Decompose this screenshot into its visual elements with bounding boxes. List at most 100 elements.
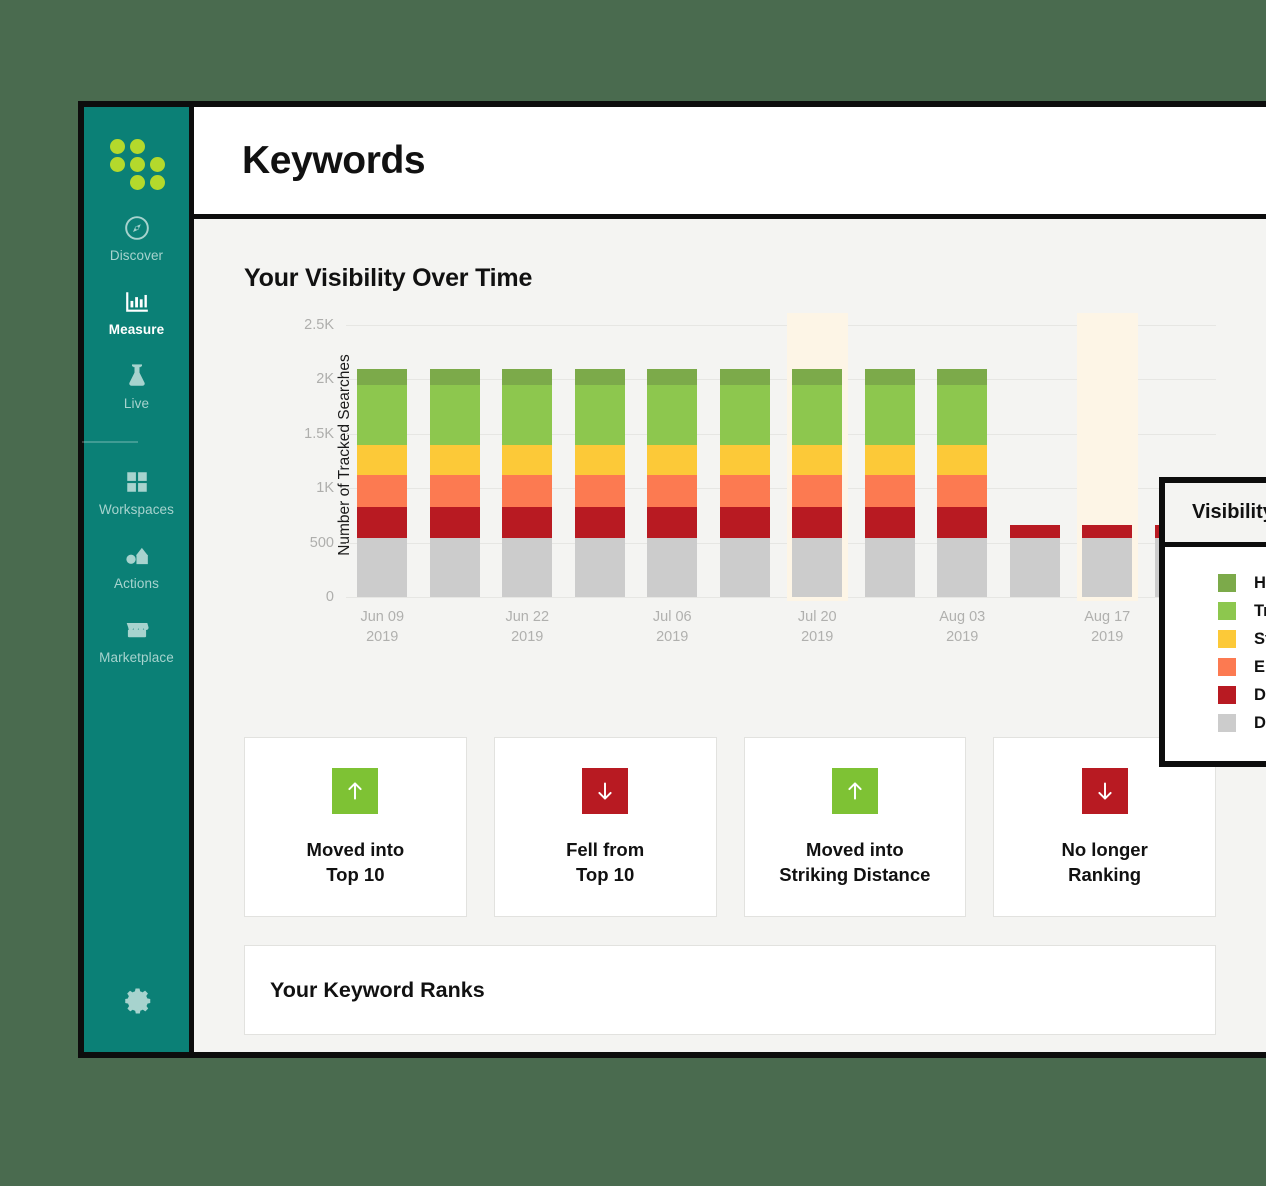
bar-segment [937, 368, 988, 386]
compass-icon [124, 215, 150, 241]
legend-entry-label: Developmental (41-100) [1254, 685, 1266, 704]
bar-segment [429, 506, 480, 538]
legend-entry[interactable]: Emerging (21-40) [1218, 653, 1266, 681]
x-axis-tick: Jun 22 2019 [491, 607, 564, 647]
legend-color-swatch [1218, 630, 1236, 648]
chart-column[interactable] [999, 325, 1072, 597]
y-axis-tick-label: 1K [316, 480, 334, 497]
chart-bars [346, 313, 1216, 601]
x-axis-date: Jul 06 [652, 609, 692, 625]
bar-segment [792, 506, 843, 538]
chart-column[interactable] [346, 325, 419, 597]
bar-segment [429, 444, 480, 476]
bar-segment [937, 537, 988, 597]
bar-segment [502, 506, 553, 538]
chart-x-axis-labels: Jun 09 2019 Jun 22 2019 Jul 06 2019 Jul 20 2019… [346, 607, 1216, 647]
x-axis-tick: Jul 20 2019 [781, 607, 854, 647]
x-axis-tick: Jul 06 2019 [636, 607, 709, 647]
bar-segment [719, 537, 770, 597]
chart-column[interactable] [854, 325, 927, 597]
bar-segment [937, 385, 988, 445]
keyword-ranks-panel[interactable]: Your Keyword Ranks [244, 945, 1216, 1035]
bar-segment [574, 444, 625, 476]
bar-segment [502, 537, 553, 597]
bar-segment [357, 385, 408, 445]
x-axis-year: 2019 [656, 629, 689, 645]
y-axis-tick-label: 2.5K [304, 317, 334, 333]
bar-segment [502, 385, 553, 445]
stat-card[interactable]: Moved into Striking Distance [743, 737, 967, 917]
chart-column[interactable] [781, 313, 854, 601]
bar-segment [647, 506, 698, 538]
bar-segment [719, 368, 770, 386]
legend-color-swatch [1218, 714, 1236, 732]
sidebar-item-measure[interactable]: Measure [82, 289, 192, 337]
bar-segment [792, 385, 843, 445]
bar-segment [357, 537, 408, 597]
visibility-chart: Number of Tracked Searches 0 500 1K 1.5K 2K 2… [244, 313, 1216, 645]
stat-card[interactable]: Moved into Top 10 [244, 737, 467, 917]
stat-card[interactable]: Fell from Top 10 [493, 737, 717, 917]
legend-entry[interactable]: Hyper Traffic (1-3) [1218, 569, 1266, 597]
chart-column[interactable] [1071, 313, 1144, 601]
legend-entry[interactable]: Did Not Rank [1218, 709, 1266, 737]
sidebar-item-live[interactable]: Live [82, 363, 192, 411]
sidebar-item-discover[interactable]: Discover [82, 215, 192, 263]
chart-column[interactable] [419, 325, 492, 597]
stat-card-label: Fell from Top 10 [566, 838, 645, 885]
stacked-bar [357, 368, 408, 597]
x-axis-date: Aug 17 [1084, 609, 1131, 625]
flask-icon [124, 363, 150, 389]
stat-card-label: Moved into Striking Distance [779, 838, 931, 885]
arrow-up-icon [332, 767, 379, 814]
bar-segment [719, 444, 770, 476]
chart-column[interactable] [564, 325, 637, 597]
x-axis-tick [564, 607, 637, 647]
x-axis-date: Aug 03 [939, 609, 986, 625]
bar-segment [429, 475, 480, 507]
chart-column[interactable] [636, 325, 709, 597]
chart-column[interactable] [926, 325, 999, 597]
sidebar-item-marketplace[interactable]: Marketplace [82, 617, 192, 665]
legend-entry[interactable]: Striking Distance (11-20) [1218, 625, 1266, 653]
bar-segment [1082, 537, 1133, 597]
legend-color-swatch [1218, 686, 1236, 704]
bar-segment [574, 475, 625, 507]
x-axis-tick: Aug 17 2019 [1071, 607, 1144, 647]
sidebar-item-workspaces[interactable]: Workspaces [82, 469, 192, 517]
bar-segment [864, 368, 915, 386]
bar-segment [719, 475, 770, 507]
bar-segment [1009, 524, 1060, 538]
stat-card-label: Moved into Top 10 [306, 838, 405, 885]
sidebar-item-settings[interactable] [84, 986, 194, 1016]
x-axis-date: Jun 22 [505, 609, 550, 625]
legend-title: Visibility Zones [1192, 501, 1266, 523]
visibility-zones-legend: Visibility Zones Hyper Traffic (1-3) Traf… [1159, 477, 1266, 767]
x-axis-year: 2019 [511, 629, 544, 645]
content-area: Your Visibility Over Time Number of Trac… [194, 219, 1266, 1052]
legend-entry[interactable]: Developmental (41-100) [1218, 681, 1266, 709]
bar-segment [864, 444, 915, 476]
bar-segment [937, 444, 988, 476]
bar-segment [937, 475, 988, 507]
x-axis-tick [854, 607, 927, 647]
chart-column[interactable] [491, 325, 564, 597]
bar-segment [792, 475, 843, 507]
bar-segment [502, 444, 553, 476]
logo-dot [149, 175, 165, 190]
bar-segment [429, 537, 480, 597]
bar-segment [647, 537, 698, 597]
arrow-down-icon [582, 767, 629, 814]
chart-column[interactable] [709, 325, 782, 597]
legend-entry-label: Traffic (4-10) [1254, 601, 1266, 620]
legend-entry[interactable]: Traffic (4-10) [1218, 597, 1266, 625]
stacked-bar [719, 368, 770, 597]
brand-dots-logo[interactable] [109, 139, 165, 190]
grid-icon [124, 469, 150, 495]
sidebar-item-actions[interactable]: Actions [82, 543, 192, 591]
legend-header: Visibility Zones [1165, 483, 1266, 547]
bar-chart-icon [124, 289, 150, 315]
stacked-bar [1009, 524, 1060, 597]
legend-color-swatch [1218, 602, 1236, 620]
y-axis-tick-label: 2K [316, 371, 334, 388]
